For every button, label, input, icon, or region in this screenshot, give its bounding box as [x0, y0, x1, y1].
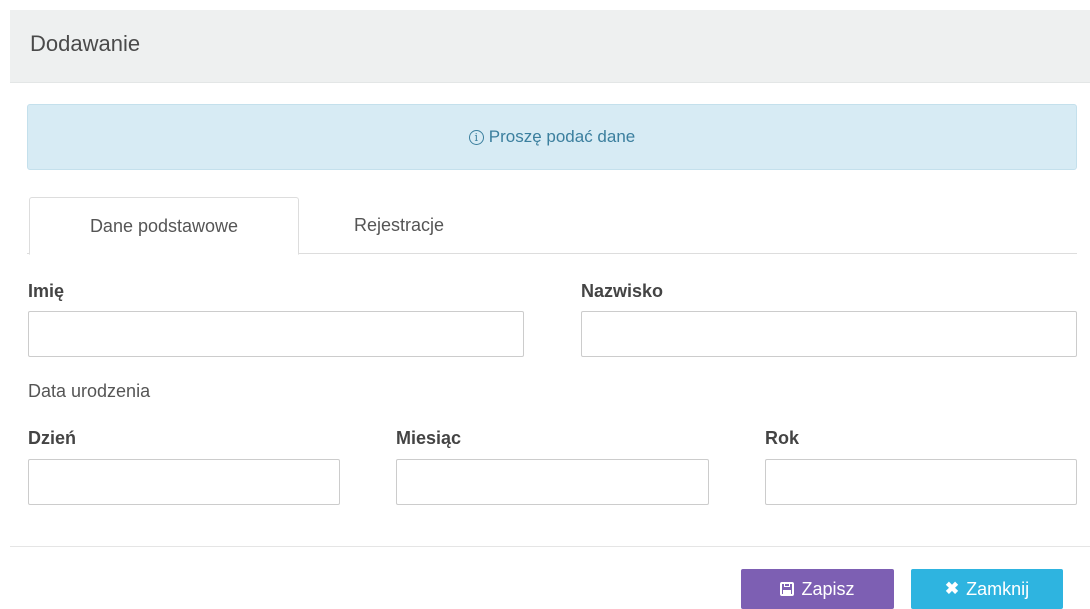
tab-registrations[interactable]: Rejestracje [299, 197, 499, 254]
tab-bar: Dane podstawowe Rejestracje [27, 197, 1077, 255]
tab-basic-data[interactable]: Dane podstawowe [29, 197, 299, 255]
save-button-label: Zapisz [801, 578, 855, 599]
birth-date-label: Data urodzenia [28, 381, 151, 401]
close-icon: ✖ [944, 579, 960, 598]
last-name-input[interactable] [581, 311, 1077, 357]
close-button[interactable]: ✖ Zamknij [911, 569, 1063, 609]
add-dialog: Dodawanie i Proszę podać dane Dane podst… [0, 0, 1090, 609]
tab-label: Rejestracje [353, 215, 445, 235]
last-name-label: Nazwisko [581, 281, 664, 301]
day-input[interactable] [28, 459, 340, 505]
close-button-label: Zamknij [966, 578, 1030, 599]
alert-message: Proszę podać dane [488, 127, 636, 146]
first-name-input[interactable] [28, 311, 524, 357]
year-input[interactable] [765, 459, 1077, 505]
footer-divider [10, 546, 1090, 547]
dialog-header: Dodawanie [10, 10, 1090, 83]
month-input[interactable] [396, 459, 709, 505]
year-label: Rok [765, 428, 800, 448]
day-label: Dzień [28, 428, 77, 448]
floppy-disk-icon [780, 582, 795, 596]
info-icon: i [468, 129, 484, 145]
first-name-label: Imię [28, 281, 65, 301]
info-alert: i Proszę podać dane [27, 104, 1077, 170]
save-button[interactable]: Zapisz [741, 569, 894, 609]
month-label: Miesiąc [396, 428, 462, 448]
dialog-title: Dodawanie [30, 31, 141, 56]
tab-label: Dane podstawowe [89, 215, 239, 236]
